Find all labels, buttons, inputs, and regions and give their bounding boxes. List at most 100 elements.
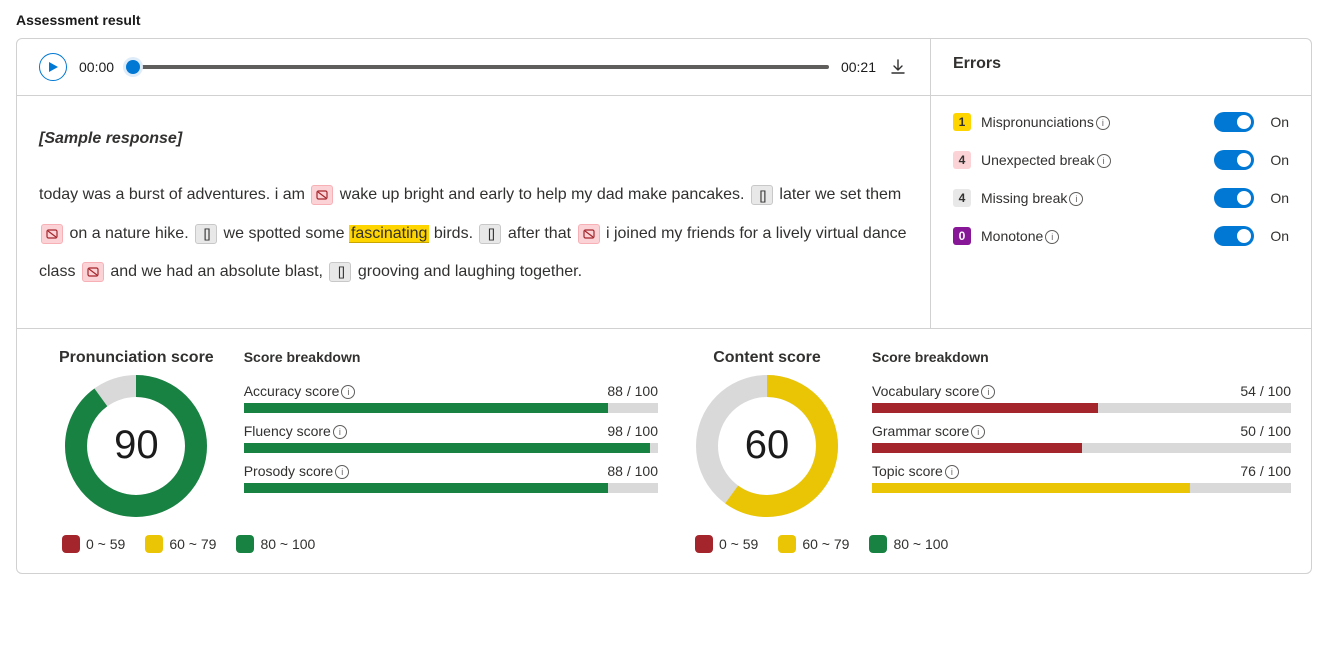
unexpected-break-marker[interactable] <box>311 185 333 205</box>
missing-break-marker[interactable]: [ ] <box>751 185 773 205</box>
breakdown-score: 98 / 100 <box>607 423 658 439</box>
error-toggle[interactable] <box>1214 226 1254 246</box>
breakdown-title: Score breakdown <box>872 349 1291 365</box>
breakdown-fill <box>872 443 1082 453</box>
seek-bar[interactable] <box>126 60 829 74</box>
error-row: 4Missing breakiOn <box>953 188 1289 208</box>
breakdown-fill <box>244 483 609 493</box>
error-toggle[interactable] <box>1214 150 1254 170</box>
breakdown-title: Score breakdown <box>244 349 658 365</box>
legend-swatch <box>145 535 163 553</box>
seek-thumb[interactable] <box>126 60 140 74</box>
pronunciation-breakdown: Score breakdown Accuracy scorei 88 / 100 F… <box>244 349 658 504</box>
scores-row: Pronunciation score 90 Score breakdown A… <box>17 328 1311 573</box>
download-button[interactable] <box>888 57 908 77</box>
breakdown-label: Fluency scorei <box>244 423 347 439</box>
mispronunciation-word[interactable]: fascinating <box>349 225 430 243</box>
error-count-badge: 1 <box>953 113 971 131</box>
breakdown-score: 50 / 100 <box>1240 423 1291 439</box>
legend-label: 0 ~ 59 <box>719 536 758 552</box>
info-icon[interactable]: i <box>1069 192 1083 206</box>
error-row: 1MispronunciationsiOn <box>953 112 1289 132</box>
legend-item: 60 ~ 79 <box>145 535 216 553</box>
pronunciation-value: 90 <box>61 371 211 521</box>
legend-item: 80 ~ 100 <box>869 535 948 553</box>
info-icon[interactable]: i <box>333 425 347 439</box>
errors-title: Errors <box>953 55 1289 73</box>
breakdown-row: Topic scorei 76 / 100 <box>872 463 1291 493</box>
breakdown-label: Prosody scorei <box>244 463 349 479</box>
breakdown-row: Grammar scorei 50 / 100 <box>872 423 1291 453</box>
toggle-state: On <box>1270 152 1289 168</box>
error-label: Monotonei <box>981 228 1059 244</box>
pronunciation-donut: 90 <box>61 371 211 521</box>
info-icon[interactable]: i <box>981 385 995 399</box>
breakdown-fill <box>244 443 650 453</box>
info-icon[interactable]: i <box>945 465 959 479</box>
seek-track <box>126 65 829 69</box>
missing-break-marker[interactable]: [ ] <box>195 224 217 244</box>
transcript-body: today was a burst of adventures. i am wa… <box>39 176 908 291</box>
content-donut: 60 <box>692 371 842 521</box>
breakdown-label: Topic scorei <box>872 463 959 479</box>
content-title: Content score <box>713 349 821 367</box>
error-label: Missing breaki <box>981 190 1083 206</box>
toggle-state: On <box>1270 190 1289 206</box>
breakdown-bar <box>244 403 658 413</box>
download-icon <box>890 59 906 75</box>
breakdown-fill <box>872 403 1098 413</box>
breakdown-score: 88 / 100 <box>607 383 658 399</box>
legend-swatch <box>62 535 80 553</box>
total-time: 00:21 <box>841 59 876 75</box>
info-icon[interactable]: i <box>971 425 985 439</box>
error-row: 4 Unexpected breaki On <box>953 150 1289 170</box>
breakdown-row: Accuracy scorei 88 / 100 <box>244 383 658 413</box>
legend-swatch <box>778 535 796 553</box>
breakdown-fill <box>872 483 1190 493</box>
error-label: Mispronunciationsi <box>981 114 1110 130</box>
errors-panel-header: Errors <box>931 39 1311 95</box>
breakdown-row: Vocabulary scorei54 / 100 <box>872 383 1291 413</box>
unexpected-break-marker[interactable] <box>41 224 63 244</box>
breakdown-label: Accuracy scorei <box>244 383 356 399</box>
legend-label: 0 ~ 59 <box>86 536 125 552</box>
info-icon[interactable]: i <box>1096 116 1110 130</box>
breakdown-bar <box>872 443 1291 453</box>
info-icon[interactable]: i <box>1045 230 1059 244</box>
legend-swatch <box>236 535 254 553</box>
content-breakdown: Score breakdown Vocabulary scorei54 / 10… <box>872 349 1291 504</box>
error-count-badge: 4 <box>953 151 971 169</box>
error-toggle[interactable] <box>1214 188 1254 208</box>
toggle-state: On <box>1270 228 1289 244</box>
breakdown-bar <box>872 403 1291 413</box>
breakdown-label: Grammar scorei <box>872 423 985 439</box>
score-legend: 0 ~ 5960 ~ 7980 ~ 100 <box>62 535 658 553</box>
error-toggle[interactable] <box>1214 112 1254 132</box>
info-icon[interactable]: i <box>335 465 349 479</box>
breakdown-bar <box>244 443 658 453</box>
missing-break-marker[interactable]: [ ] <box>329 262 351 282</box>
play-button[interactable] <box>39 53 67 81</box>
top-row: 00:00 00:21 Errors <box>17 39 1311 95</box>
breakdown-fill <box>244 403 609 413</box>
pronunciation-block: Pronunciation score 90 Score breakdown A… <box>37 349 658 553</box>
mid-row: [Sample response] today was a burst of a… <box>17 95 1311 328</box>
legend-label: 80 ~ 100 <box>893 536 948 552</box>
info-icon[interactable]: i <box>1097 154 1111 168</box>
legend-item: 0 ~ 59 <box>62 535 125 553</box>
errors-list: 1 Mispronunciationsi On 4 Unexpected breaki O… <box>931 96 1311 328</box>
error-row: 0MonotoneiOn <box>953 226 1289 246</box>
audio-player: 00:00 00:21 <box>17 39 931 95</box>
score-legend: 0 ~ 5960 ~ 7980 ~ 100 <box>695 535 1291 553</box>
current-time: 00:00 <box>79 59 114 75</box>
assessment-card: 00:00 00:21 Errors [Sample response] tod… <box>16 38 1312 574</box>
unexpected-break-marker[interactable] <box>578 224 600 244</box>
pronunciation-title: Pronunciation score <box>59 349 214 367</box>
missing-break-marker[interactable]: [ ] <box>479 224 501 244</box>
breakdown-score: 76 / 100 <box>1240 463 1291 479</box>
error-label: Unexpected breaki <box>981 152 1111 168</box>
legend-swatch <box>695 535 713 553</box>
info-icon[interactable]: i <box>341 385 355 399</box>
unexpected-break-marker[interactable] <box>82 262 104 282</box>
play-icon <box>47 61 59 73</box>
